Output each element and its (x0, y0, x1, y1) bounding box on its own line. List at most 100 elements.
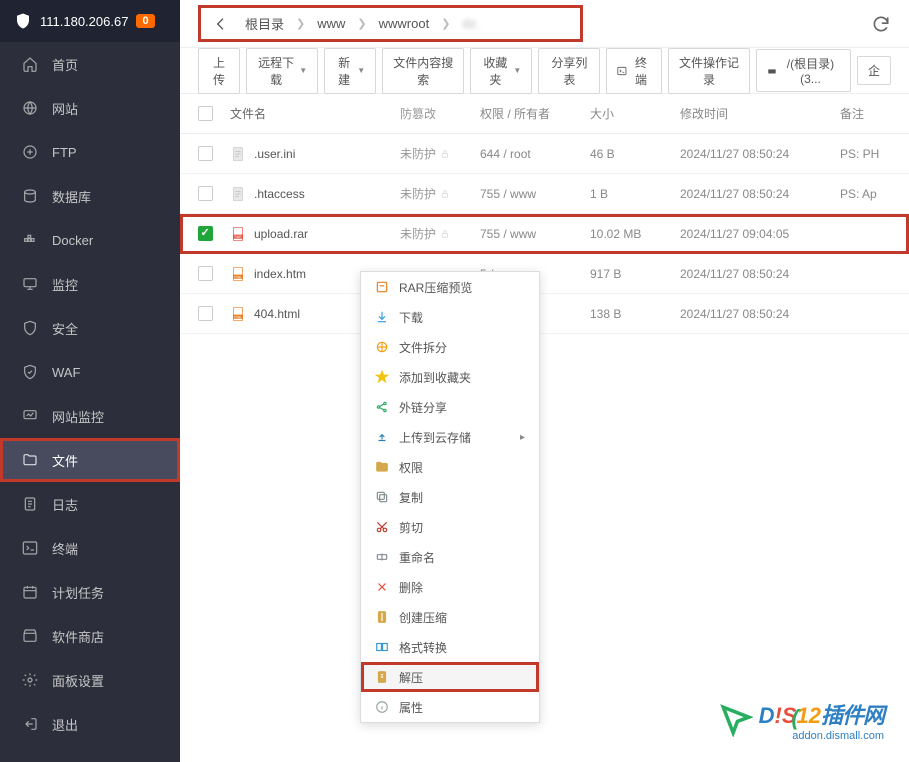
sidebar-item-home[interactable]: 首页 (0, 42, 180, 86)
sidebar-item-settings[interactable]: 面板设置 (0, 658, 180, 702)
monitor-icon (22, 276, 38, 292)
row-checkbox[interactable] (198, 186, 213, 201)
sidebar-item-waf[interactable]: WAF (0, 350, 180, 394)
store-icon (22, 628, 38, 644)
sidebar-item-database[interactable]: 数据库 (0, 174, 180, 218)
sidebar-item-terminal[interactable]: 终端 (0, 526, 180, 570)
row-checkbox[interactable] (198, 266, 213, 281)
sidebar-item-label: 网站 (52, 99, 78, 118)
context-download[interactable]: 下载 (361, 302, 539, 332)
breadcrumb-wwwroot[interactable]: wwwroot (375, 14, 434, 33)
chevron-right-icon: ❯ (441, 17, 450, 30)
file-name: .htaccess (254, 187, 305, 201)
file-size: 10.02 MB (590, 227, 680, 241)
new-button[interactable]: 新建▼ (324, 48, 376, 94)
col-name-header[interactable]: 文件名 (230, 105, 400, 122)
row-checkbox[interactable] (198, 306, 213, 321)
table-row[interactable]: HTML404.html 5 / www 138 B 2024/11/27 08… (180, 294, 909, 334)
file-size: 138 B (590, 307, 680, 321)
context-rename[interactable]: 重命名 (361, 542, 539, 572)
context-compress[interactable]: 创建压缩 (361, 602, 539, 632)
file-name: upload.rar (254, 227, 308, 241)
sidebar-item-label: 日志 (52, 495, 78, 514)
sidebar-item-label: 退出 (52, 715, 78, 734)
file-note: PS: Ap (840, 187, 900, 201)
terminal-button[interactable]: 终端 (606, 48, 661, 94)
context-delete[interactable]: 删除 (361, 572, 539, 602)
col-tamper-header[interactable]: 防篡改 (400, 105, 480, 122)
chevron-right-icon: ❯ (296, 17, 305, 30)
toolbar: 上传 远程下载▼ 新建▼ 文件内容搜索 收藏夹▼ 分享列表 终端 文件操作记录 … (180, 48, 909, 94)
context-extract[interactable]: 解压 (361, 662, 539, 692)
context-folder-perm[interactable]: 权限 (361, 452, 539, 482)
enterprise-button[interactable]: 企 (857, 56, 891, 85)
sidebar-item-logout[interactable]: 退出 (0, 702, 180, 746)
breadcrumb-root[interactable]: 根目录 (241, 12, 288, 35)
context-copy[interactable]: 复制 (361, 482, 539, 512)
globe-icon (22, 100, 38, 116)
breadcrumb-current[interactable]: dz. (458, 14, 483, 33)
table-row[interactable]: .htaccess 未防护 755 / www 1 B 2024/11/27 0… (180, 174, 909, 214)
watermark-brand: D!S(12插件网 (759, 698, 884, 730)
sidebar-item-cron[interactable]: 计划任务 (0, 570, 180, 614)
file-ops-button[interactable]: 文件操作记录 (668, 48, 750, 94)
row-checkbox[interactable] (198, 226, 213, 241)
extract-icon (375, 670, 389, 684)
col-note-header[interactable]: 备注 (840, 105, 900, 122)
tamper-status: 未防护 (400, 225, 480, 242)
context-label: 文件拆分 (399, 339, 447, 356)
context-cut[interactable]: 剪切 (361, 512, 539, 542)
back-arrow-icon[interactable] (213, 16, 229, 32)
sidebar-item-site-monitor[interactable]: 网站监控 (0, 394, 180, 438)
permission: 755 / www (480, 227, 590, 241)
row-checkbox[interactable] (198, 146, 213, 161)
caret-down-icon: ▼ (299, 66, 307, 75)
refresh-icon[interactable] (871, 14, 891, 34)
sidebar-item-log[interactable]: 日志 (0, 482, 180, 526)
sidebar-item-monitor[interactable]: 监控 (0, 262, 180, 306)
html-file-icon: HTML (230, 305, 246, 323)
compress-icon (375, 610, 389, 624)
svg-text:HTML: HTML (234, 275, 242, 279)
sidebar-item-ftp[interactable]: FTP (0, 130, 180, 174)
file-name: index.htm (254, 267, 306, 281)
info-icon (375, 700, 389, 714)
context-share[interactable]: 外链分享 (361, 392, 539, 422)
favorites-button[interactable]: 收藏夹▼ (470, 48, 532, 94)
disk-button[interactable]: /(根目录) (3... (756, 49, 851, 92)
context-star[interactable]: 添加到收藏夹 (361, 362, 539, 392)
download-icon (375, 310, 389, 324)
upload-button[interactable]: 上传 (198, 48, 240, 94)
context-convert[interactable]: 格式转换 (361, 632, 539, 662)
watermark-url: addon.dismall.com (759, 730, 884, 742)
sidebar-item-label: 文件 (52, 451, 78, 470)
remote-download-button[interactable]: 远程下载▼ (246, 48, 318, 94)
sidebar-item-label: Docker (52, 233, 93, 248)
col-time-header[interactable]: 修改时间 (680, 105, 840, 122)
context-label: 外链分享 (399, 399, 447, 416)
table-row[interactable]: .user.ini 未防护 644 / root 46 B 2024/11/27… (180, 134, 909, 174)
table-row[interactable]: HTMLindex.htm 5 / www 917 B 2024/11/27 0… (180, 254, 909, 294)
select-all-checkbox[interactable] (198, 106, 213, 121)
context-split[interactable]: 文件拆分 (361, 332, 539, 362)
lock-icon (440, 229, 450, 239)
sidebar-item-store[interactable]: 软件商店 (0, 614, 180, 658)
sidebar-item-security[interactable]: 安全 (0, 306, 180, 350)
context-rar-preview[interactable]: RAR压缩预览 (361, 272, 539, 302)
table-row[interactable]: RARupload.rar 未防护 755 / www 10.02 MB 202… (180, 214, 909, 254)
file-name: .user.ini (254, 147, 295, 161)
sidebar-item-docker[interactable]: Docker (0, 218, 180, 262)
share-list-button[interactable]: 分享列表 (538, 48, 600, 94)
sidebar-item-folder[interactable]: 文件 (0, 438, 180, 482)
context-info[interactable]: 属性 (361, 692, 539, 722)
breadcrumb-www[interactable]: www (313, 14, 349, 33)
content-search-button[interactable]: 文件内容搜索 (382, 48, 464, 94)
context-label: 删除 (399, 579, 423, 596)
context-cloud-upload[interactable]: 上传到云存储 (361, 422, 539, 452)
context-label: 上传到云存储 (399, 429, 471, 446)
col-perm-header[interactable]: 权限 / 所有者 (480, 105, 590, 122)
col-size-header[interactable]: 大小 (590, 105, 680, 122)
notification-badge[interactable]: 0 (136, 14, 154, 28)
sidebar-item-label: 面板设置 (52, 671, 104, 690)
sidebar-item-globe[interactable]: 网站 (0, 86, 180, 130)
